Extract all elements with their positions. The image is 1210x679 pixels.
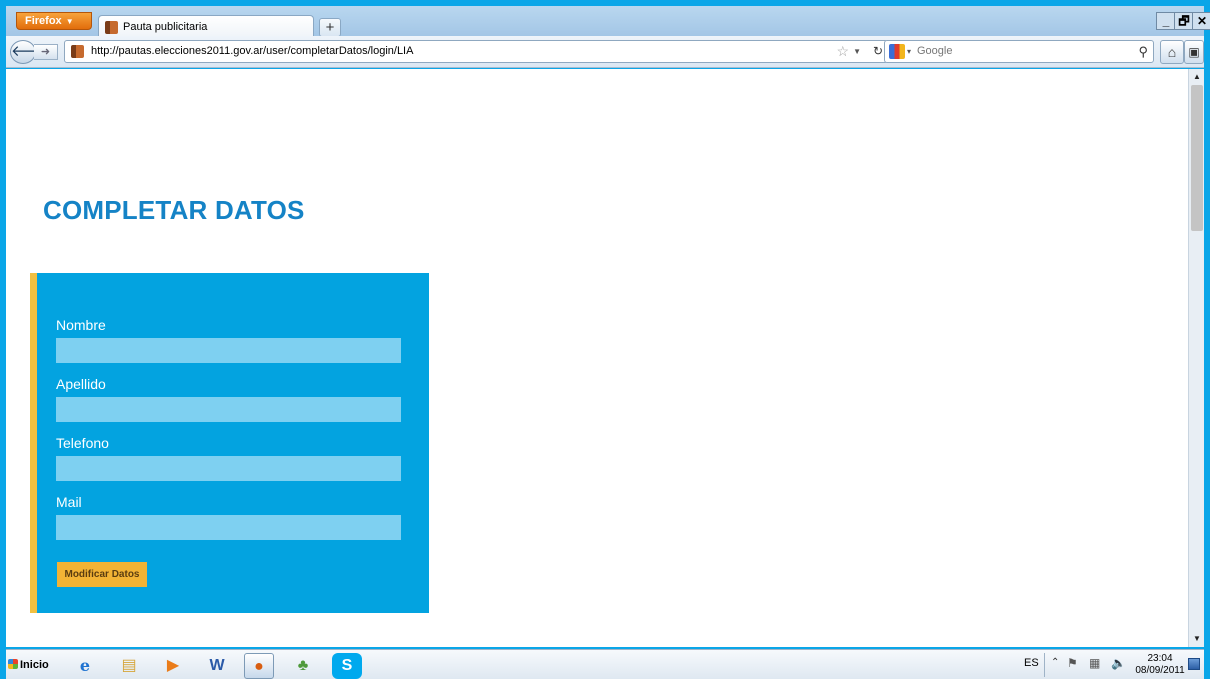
user-data-form: Nombre Apellido Telefono Mail Modificar … [30,273,429,613]
telefono-field[interactable] [56,456,401,481]
modificar-datos-button[interactable]: Modificar Datos [57,562,147,587]
maximize-button[interactable]: 🗗 [1174,12,1194,30]
word-icon[interactable]: W [202,653,232,679]
folder-icon[interactable]: ▤ [114,653,144,679]
chevron-down-icon: ▼ [65,17,74,26]
minimize-button[interactable]: _ [1156,12,1176,30]
internet-explorer-icon[interactable]: e [70,653,100,679]
nombre-field[interactable] [56,338,401,363]
site-favicon-icon [71,45,84,58]
firefox-menu-button[interactable]: Firefox ▼ [16,12,92,30]
scroll-down-arrow-icon[interactable]: ▼ [1189,631,1204,647]
skype-icon[interactable]: S [332,653,362,679]
search-engine-dropdown-icon[interactable]: ▾ [907,41,911,62]
puzzle-icon: ▣ [1188,45,1200,59]
show-desktop-button[interactable] [1188,658,1200,670]
page-viewport: COMPLETAR DATOS Nombre Apellido Telefono… [6,69,1204,647]
system-tray: ⌃ ⚑ ▦ 🔈 [1044,653,1136,677]
people-icon[interactable]: ♣ [288,653,318,679]
action-center-icon[interactable]: ⚑ [1067,656,1078,670]
tab-title: Pauta publicitaria [123,21,208,33]
new-tab-button[interactable]: + [319,18,341,37]
vertical-scrollbar[interactable]: ▲ ▼ [1188,69,1204,647]
start-label: Inicio [20,659,49,671]
volume-icon[interactable]: 🔈 [1111,656,1126,670]
tab-strip: Firefox ▼ Pauta publicitaria + _ 🗗 ✕ [6,6,1210,39]
mail-label: Mail [56,494,82,510]
show-hidden-icons-icon[interactable]: ⌃ [1051,657,1059,668]
telefono-label: Telefono [56,435,109,451]
windows-logo-icon [8,659,18,669]
network-icon[interactable]: ▦ [1089,656,1100,670]
bookmark-star-icon[interactable]: ☆ [836,41,849,62]
nombre-label: Nombre [56,317,106,333]
windows-taskbar: Inicio e ▤ ▶ W ● ♣ S ES ⌃ ⚑ ▦ 🔈 23:04 08… [6,649,1204,679]
home-button[interactable]: ⌂ [1160,40,1184,64]
history-dropdown-icon[interactable]: ▼ [853,41,861,62]
google-logo-icon[interactable] [889,44,905,59]
home-icon: ⌂ [1167,44,1177,60]
page-title: COMPLETAR DATOS [43,195,305,225]
arrow-right-icon: ➜ [40,46,51,58]
browser-window: Firefox ▼ Pauta publicitaria + _ 🗗 ✕ 🡐 ➜ … [0,0,1210,679]
scroll-thumb[interactable] [1191,85,1203,231]
forward-button[interactable]: ➜ [34,44,58,60]
clock-date[interactable]: 08/09/2011 [1132,665,1188,676]
address-bar[interactable]: http://pautas.elecciones2011.gov.ar/user… [64,40,888,63]
site-favicon-icon [105,21,118,34]
language-indicator[interactable]: ES [1024,657,1039,669]
navigation-toolbar: 🡐 ➜ http://pautas.elecciones2011.gov.ar/… [6,36,1204,68]
search-bar[interactable]: ▾ Google ⚲ [884,40,1154,63]
apellido-label: Apellido [56,376,106,392]
mail-field[interactable] [56,515,401,540]
address-bar-url: http://pautas.elecciones2011.gov.ar/user… [91,45,414,57]
apellido-field[interactable] [56,397,401,422]
firefox-menu-label: Firefox [25,15,62,27]
start-button[interactable]: Inicio [8,655,49,675]
close-button[interactable]: ✕ [1192,12,1210,30]
scroll-up-arrow-icon[interactable]: ▲ [1189,69,1204,85]
reload-icon[interactable]: ↻ [873,41,883,62]
panel-accent-bar [30,273,37,613]
back-forward-group: 🡐 ➜ [10,40,66,64]
clock-time[interactable]: 23:04 [1140,653,1180,664]
back-button[interactable]: 🡐 [10,40,51,64]
search-icon[interactable]: ⚲ [1138,41,1148,62]
firefox-icon[interactable]: ● [244,653,274,679]
search-placeholder: Google [917,45,953,57]
addons-button[interactable]: ▣ [1184,40,1204,64]
media-player-icon[interactable]: ▶ [158,653,188,679]
